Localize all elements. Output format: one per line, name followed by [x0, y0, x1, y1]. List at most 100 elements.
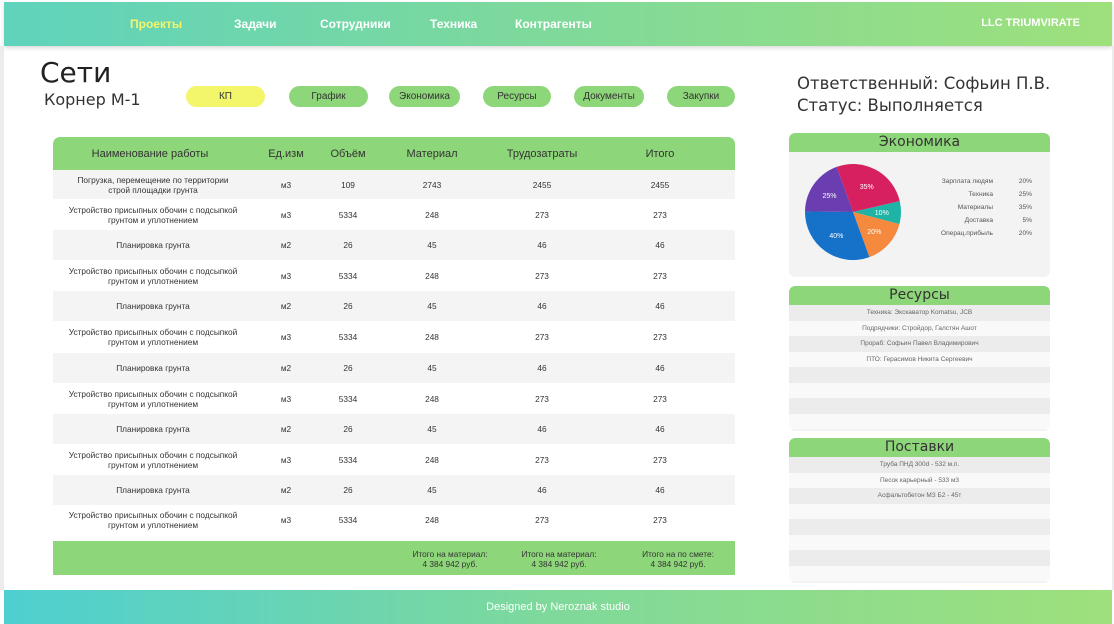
cell-unit: м3 [280, 393, 292, 404]
cell-labor: 273 [535, 454, 549, 465]
supplies-list: Труба ПНД 300d - 532 м.п. Песок карьерный… [789, 457, 1050, 581]
total-estimate-label: Итого на по смете: [642, 549, 714, 559]
list-item: Песок карьерный - 533 м3 [789, 472, 1050, 488]
cell-unit: м2 [280, 240, 292, 250]
cell-volume: 5334 [338, 270, 358, 281]
table-row[interactable]: Планировка грунта м2 26 45 46 46 [53, 291, 735, 321]
table-row[interactable]: Устройство присыпных обочин с подсыпкой г… [53, 260, 735, 291]
supplies-panel-title: Поставки [789, 438, 1050, 457]
cell-work-name: Планировка грунта [53, 363, 253, 373]
cell-total: 46 [655, 363, 665, 373]
total-material-label: Итого на материал: [412, 549, 488, 559]
cell-work-name: Устройство присыпных обочин с подсыпкой г… [53, 327, 253, 347]
list-item-empty [789, 565, 1050, 581]
cell-material: 248 [425, 393, 439, 404]
cell-work-name-line: Устройство присыпных обочин с подсыпкой [68, 204, 238, 215]
pie-slice-label: 25% [823, 193, 837, 200]
tab-economics[interactable]: Экономика [389, 86, 460, 107]
cell-labor: 46 [537, 240, 547, 250]
list-item-empty [789, 550, 1050, 566]
cell-unit: м3 [280, 270, 292, 281]
table-row[interactable]: Устройство присыпных обочин с подсыпкой г… [53, 199, 735, 230]
nav-item-employees[interactable]: Сотрудники [320, 17, 391, 31]
pie-slice-label: 35% [860, 184, 874, 191]
cell-labor: 273 [535, 270, 549, 281]
nav-item-contractors[interactable]: Контрагенты [515, 17, 592, 31]
cell-total: 46 [655, 424, 665, 434]
cell-work-name-line: Устройство присыпных обочин с подсыпкой [68, 449, 238, 460]
col-header-labor: Трудозатраты [506, 148, 578, 160]
table-row[interactable]: Устройство присыпных обочин с подсыпкой г… [53, 505, 735, 534]
cell-total: 46 [655, 240, 665, 250]
footer-credit: Designed by Neroznak studio [486, 601, 630, 613]
tab-kp[interactable]: КП [186, 86, 265, 107]
nav-item-equipment[interactable]: Техника [430, 17, 477, 31]
cell-total: 2455 [650, 179, 670, 190]
cell-material: 45 [427, 301, 437, 311]
table-row[interactable]: Погрузка, перемещение по территории строй… [53, 170, 735, 199]
list-item-empty [789, 503, 1050, 519]
cell-unit: м2 [280, 424, 292, 434]
tab-resources[interactable]: Ресурсы [483, 86, 551, 107]
cell-work-name: Устройство присыпных обочин с подсыпкой г… [53, 266, 253, 286]
table-row[interactable]: Устройство присыпных обочин с подсыпкой г… [53, 321, 735, 353]
nav-item-projects[interactable]: Проекты [130, 17, 182, 31]
cell-labor: 46 [537, 363, 547, 373]
list-item-empty [789, 398, 1050, 414]
list-item-empty [789, 519, 1050, 535]
cell-labor: 273 [535, 393, 549, 404]
footer-bar: Designed by Neroznak studio [4, 590, 1112, 624]
cell-unit: м2 [280, 363, 292, 373]
table-row[interactable]: Устройство присыпных обочин с подсыпкой г… [53, 444, 735, 475]
table-row[interactable]: Планировка грунта м2 26 45 46 46 [53, 353, 735, 383]
project-status: Статус: Выполняется [797, 96, 983, 115]
legend-item: Материалы 35% [900, 204, 1035, 217]
pie-slice-label: 40% [829, 233, 843, 240]
brand-name: LLC TRIUMVIRATE [981, 17, 1080, 29]
list-item: Труба ПНД 300d - 532 м.п. [789, 457, 1050, 473]
table-row[interactable]: Планировка грунта м2 26 45 46 46 [53, 230, 735, 260]
cell-material: 248 [425, 209, 439, 220]
tab-schedule[interactable]: График [289, 86, 368, 107]
legend-item-name: Материалы [957, 204, 993, 211]
cell-volume: 5334 [338, 332, 358, 342]
cell-total: 46 [655, 301, 665, 311]
cell-work-name: Планировка грунта [53, 301, 253, 311]
legend-item: Техника 25% [900, 191, 1035, 204]
cell-work-name-line: Погрузка, перемещение по территории [77, 174, 229, 185]
tab-documents[interactable]: Документы [574, 86, 644, 107]
economics-panel-title: Экономика [789, 133, 1050, 152]
cell-volume: 5334 [338, 393, 358, 404]
cell-work-name-line: Планировка грунта [116, 485, 190, 495]
legend-item-value: 20% [1018, 230, 1032, 237]
page-border-left [0, 46, 4, 590]
col-header-volume: Объём [330, 148, 366, 160]
cell-work-name: Погрузка, перемещение по территории строй… [53, 175, 253, 195]
tab-purchases[interactable]: Закупки [667, 86, 735, 107]
legend-item-name: Операц.прибыль [940, 230, 993, 237]
cell-work-name-line: Устройство присыпных обочин с подсыпкой [68, 509, 238, 520]
table-row[interactable]: Планировка грунта м2 26 45 46 46 [53, 414, 735, 444]
total-material-2-value: 4 384 942 руб. [531, 559, 587, 569]
cell-labor: 273 [535, 209, 549, 220]
cell-total: 273 [653, 454, 667, 465]
table-row[interactable]: Планировка грунта м2 26 45 46 46 [53, 475, 735, 505]
cell-volume: 5334 [338, 209, 358, 220]
table-footer: Итого на материал: 4 384 942 руб. Итого … [53, 541, 735, 575]
list-item-empty [789, 413, 1050, 429]
cell-work-name-line: грунтом и уплотнением [107, 275, 199, 286]
economics-pie-chart: 35% 10% 20% 40% 25% [805, 164, 901, 260]
col-header-total: Итого [645, 148, 675, 160]
cell-total: 273 [653, 209, 667, 220]
total-material-2: Итого на материал: 4 384 942 руб. [521, 549, 596, 569]
table-row[interactable]: Устройство присыпных обочин с подсыпкой г… [53, 383, 735, 414]
resources-panel-title: Ресурсы [789, 286, 1050, 305]
total-material-value: 4 384 942 руб. [422, 559, 478, 569]
nav-item-tasks[interactable]: Задачи [234, 17, 277, 31]
cell-work-name-line: Планировка грунта [116, 240, 190, 250]
legend-item-value: 35% [1018, 204, 1032, 211]
pie-slice-label: 20% [867, 229, 881, 236]
cell-material: 2743 [422, 179, 442, 190]
cell-work-name-line: Устройство присыпных обочин с подсыпкой [68, 265, 238, 276]
cell-work-name-line: грунтом и уплотнением [107, 398, 199, 409]
